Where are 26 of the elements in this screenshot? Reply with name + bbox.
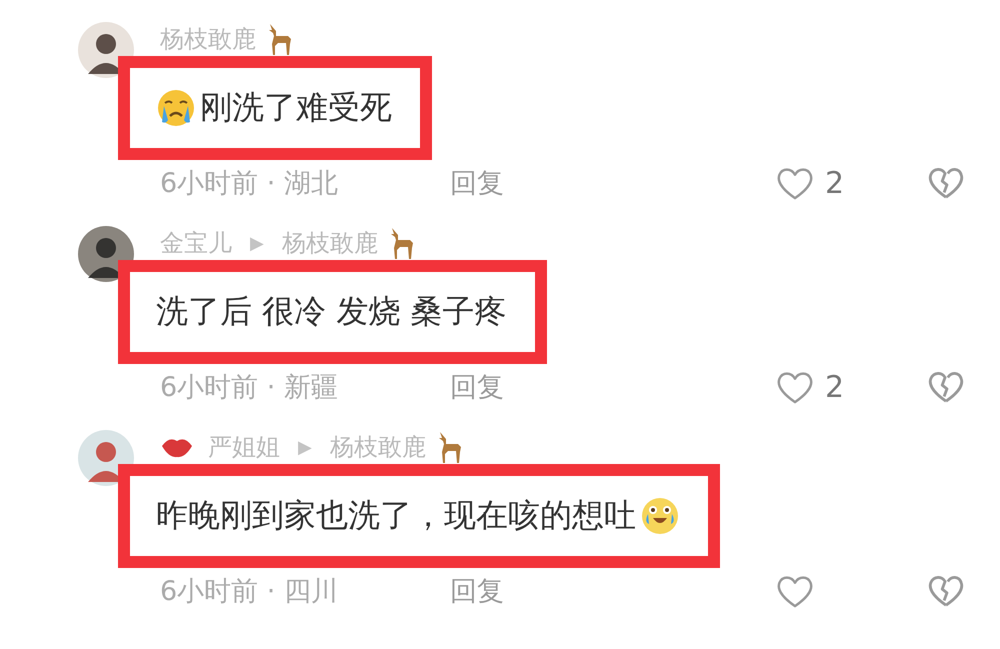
comment-text: 洗了后 很冷 发烧 桑子疼 <box>156 291 507 332</box>
comment-time-location: 6小时前 · 湖北 <box>160 167 339 201</box>
broken-heart-icon[interactable] <box>927 370 965 404</box>
heart-icon[interactable] <box>775 166 815 200</box>
like-count: 2 <box>825 370 844 404</box>
broken-heart-icon[interactable] <box>927 166 965 200</box>
reply-target-name[interactable]: 杨枝敢鹿 <box>282 227 378 259</box>
comment-text: 昨晚刚到家也洗了，现在咳的想吐 <box>156 495 636 536</box>
heart-icon[interactable] <box>775 574 815 608</box>
like-count: 2 <box>825 166 844 200</box>
laughing-face-icon <box>640 496 680 536</box>
reply-link[interactable]: 回复 <box>450 165 504 201</box>
comment-time-location: 6小时前 · 新疆 <box>160 371 339 405</box>
reply-arrow: ▶ <box>298 436 312 458</box>
heart-icon[interactable] <box>775 370 815 404</box>
crying-face-icon <box>156 88 196 128</box>
comment-time-location: 6小时前 · 四川 <box>160 575 339 609</box>
reply-link[interactable]: 回复 <box>450 369 504 405</box>
author-name[interactable]: 严姐姐 <box>208 431 280 463</box>
reply-target-name[interactable]: 杨枝敢鹿 <box>330 431 426 463</box>
reply-arrow: ▶ <box>250 232 264 254</box>
broken-heart-icon[interactable] <box>927 574 965 608</box>
comment-text: 刚洗了难受死 <box>200 87 392 128</box>
author-name[interactable]: 杨枝敢鹿 <box>160 23 256 55</box>
reply-link[interactable]: 回复 <box>450 573 504 609</box>
author-name[interactable]: 金宝儿 <box>160 227 232 259</box>
